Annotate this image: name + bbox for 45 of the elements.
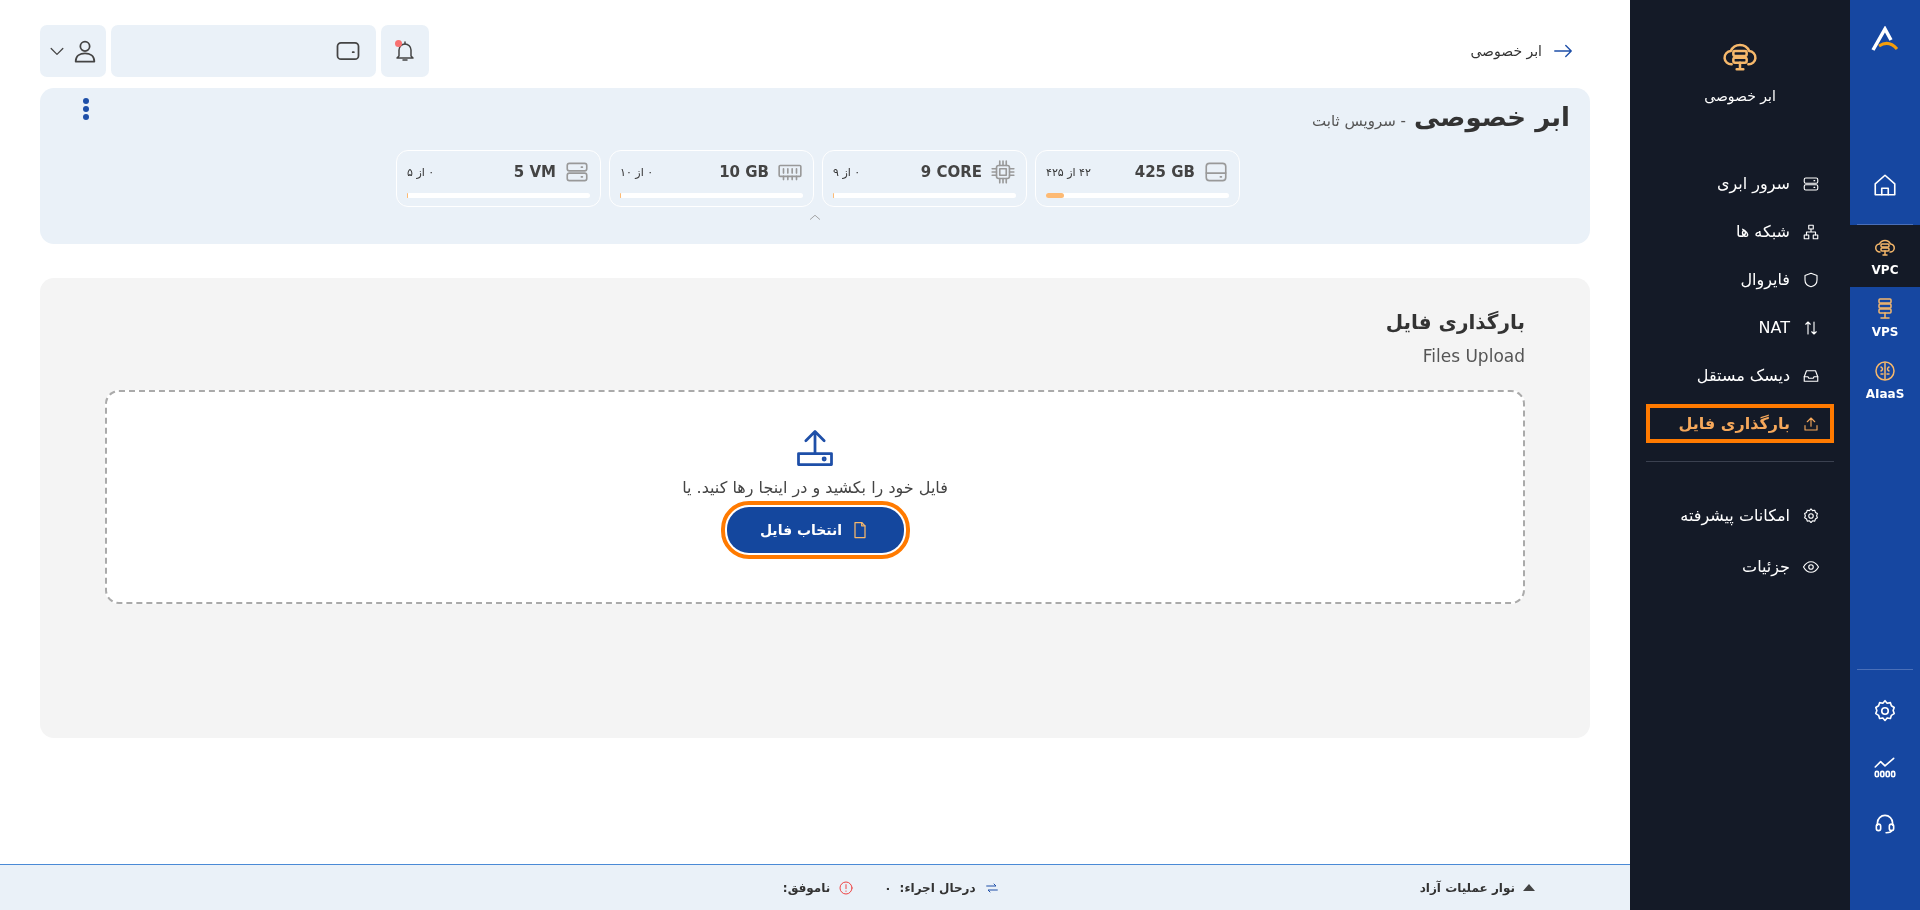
drop-hint: فایل خود را بکشید و در اینجا رها کنید. یا bbox=[682, 478, 948, 497]
network-icon bbox=[1802, 222, 1820, 241]
sidebar-item[interactable]: جزئیات bbox=[1646, 547, 1834, 586]
more-options-icon[interactable] bbox=[82, 98, 90, 120]
resource-value: 425 GB bbox=[1134, 163, 1195, 181]
running-label: درحال اجراء: bbox=[899, 880, 976, 895]
server-icon bbox=[1802, 174, 1820, 193]
resource-value: 9 CORE bbox=[920, 163, 982, 181]
shield-icon bbox=[1802, 270, 1820, 289]
operations-bar-toggle[interactable]: نوار عملیات آزاد bbox=[1419, 880, 1535, 895]
service-label: ابر خصوصی bbox=[1704, 88, 1776, 104]
resource-usage: ۴۲ از ۴۲۵ bbox=[1046, 165, 1091, 179]
resource-value: 10 GB bbox=[719, 163, 769, 181]
alert-icon bbox=[838, 879, 855, 896]
sidebar-item[interactable]: بارگذاری فایل bbox=[1646, 404, 1834, 443]
resource-usage: ۰ از ۱۰ bbox=[620, 165, 654, 179]
sidebar-item[interactable]: امکانات پیشرفته bbox=[1646, 496, 1834, 535]
failed-label: ناموفق: bbox=[782, 880, 831, 895]
gear-icon bbox=[1802, 506, 1820, 525]
running-count: ۰ bbox=[884, 880, 892, 895]
sidebar-item[interactable]: شبکه ها bbox=[1646, 212, 1834, 251]
user-menu-button[interactable] bbox=[40, 25, 106, 77]
sidebar-item[interactable]: دیسک مستقل bbox=[1646, 356, 1834, 395]
section-subtitle: Files Upload bbox=[1422, 346, 1525, 366]
notification-button[interactable] bbox=[381, 25, 429, 77]
page-subtitle: - سرویس ثابت bbox=[1312, 112, 1406, 130]
sidebar-item[interactable]: فایروال bbox=[1646, 260, 1834, 299]
home-icon[interactable] bbox=[1872, 172, 1898, 198]
resource-value: 5 VM bbox=[513, 163, 556, 181]
logo-icon[interactable] bbox=[1871, 26, 1899, 52]
rail-item[interactable]: VPC bbox=[1850, 225, 1920, 287]
rail-item[interactable]: VPS bbox=[1850, 287, 1920, 349]
bell-icon bbox=[393, 39, 417, 63]
cpu-icon bbox=[990, 159, 1016, 185]
sidebar-item[interactable]: NAT bbox=[1646, 308, 1834, 347]
brain-icon bbox=[1873, 359, 1897, 383]
breadcrumb-link[interactable]: ابر خصوصی bbox=[1470, 43, 1542, 59]
sidebar-item[interactable]: سرور ابری bbox=[1646, 164, 1834, 203]
page-title: ابر خصوصی bbox=[1414, 102, 1570, 132]
resource-usage: ۰ از ۵ bbox=[407, 165, 435, 179]
section-title: بارگذاری فایل bbox=[1385, 310, 1525, 334]
resource-usage: ۰ از ۹ bbox=[833, 165, 861, 179]
rail-item[interactable]: AIaaS bbox=[1850, 349, 1920, 411]
settings-icon[interactable] bbox=[1872, 698, 1898, 724]
drop-zone[interactable]: فایل خود را بکشید و در اینجا رها کنید. یا انتخاب فایل bbox=[105, 390, 1525, 604]
